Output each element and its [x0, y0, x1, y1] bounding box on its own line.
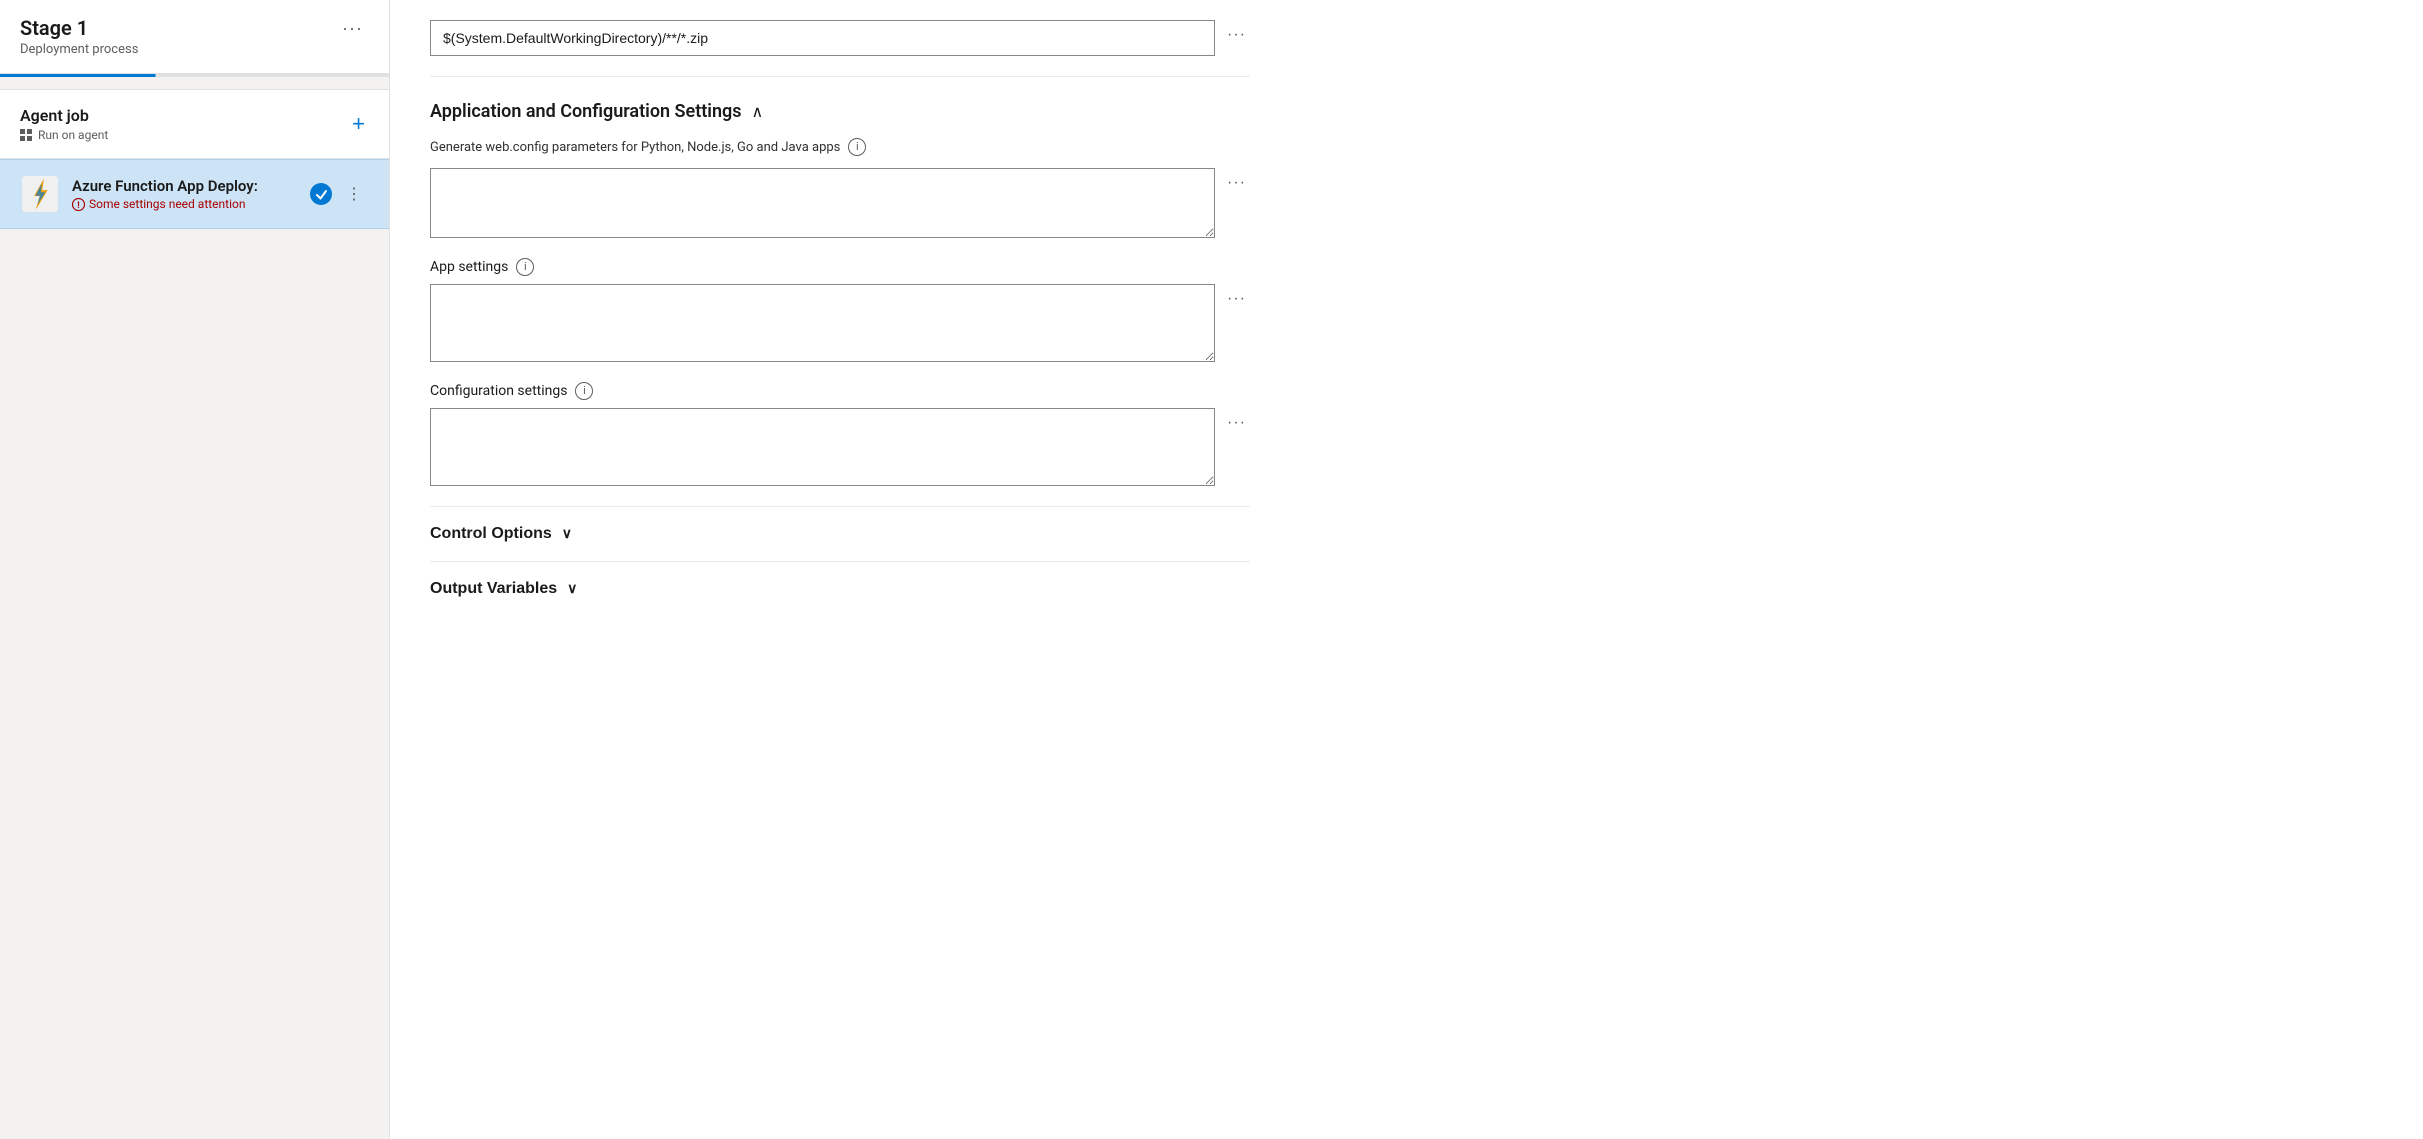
config-settings-info-icon[interactable]: i	[575, 382, 593, 400]
output-variables-section: Output Variables ∨	[430, 561, 1250, 616]
config-settings-textarea-row: ···	[430, 408, 1250, 486]
stage-title: Stage 1	[20, 16, 138, 40]
task-icon-wrapper	[20, 174, 60, 214]
task-item[interactable]: Azure Function App Deploy: ! Some settin…	[0, 159, 389, 229]
config-settings-label: Configuration settings i	[430, 382, 1250, 400]
webconfig-textarea-row: ···	[430, 168, 1250, 238]
webconfig-textarea[interactable]	[430, 168, 1215, 238]
left-panel: Stage 1 Deployment process ··· Agent job…	[0, 0, 390, 1139]
control-options-title: Control Options	[430, 525, 552, 543]
task-actions: ⋮	[310, 182, 369, 206]
webconfig-more-button[interactable]: ···	[1223, 172, 1250, 194]
path-more-button[interactable]: ···	[1223, 24, 1250, 46]
app-settings-more-button[interactable]: ···	[1223, 288, 1250, 310]
agent-job-subtitle-text: Run on agent	[38, 128, 108, 142]
app-settings-label-text: App settings	[430, 259, 508, 275]
control-options-chevron: ∨	[562, 525, 572, 542]
task-more-button[interactable]: ⋮	[340, 182, 369, 206]
app-config-section-header: Application and Configuration Settings ∧	[430, 77, 1250, 138]
agent-job-subtitle: Run on agent	[20, 128, 108, 142]
grid-icon	[20, 129, 33, 142]
task-warning-text: Some settings need attention	[89, 197, 245, 211]
task-check-icon	[310, 183, 332, 205]
output-variables-title: Output Variables	[430, 580, 557, 598]
agent-job-info: Agent job Run on agent	[20, 106, 108, 142]
add-task-button[interactable]: +	[348, 111, 369, 137]
app-config-title-text: Application and Configuration Settings	[430, 101, 742, 122]
warning-icon: !	[72, 198, 85, 211]
control-options-section: Control Options ∨	[430, 506, 1250, 561]
app-config-chevron-button[interactable]: ∧	[752, 102, 764, 122]
app-settings-info-icon[interactable]: i	[516, 258, 534, 276]
app-settings-textarea-row: ···	[430, 284, 1250, 362]
app-settings-textarea[interactable]	[430, 284, 1215, 362]
right-panel-inner: ··· Application and Configuration Settin…	[390, 0, 1290, 656]
app-settings-label: App settings i	[430, 258, 1250, 276]
right-panel: ··· Application and Configuration Settin…	[390, 0, 2423, 1139]
app-config-title: Application and Configuration Settings ∧	[430, 101, 763, 122]
stage-subtitle: Deployment process	[20, 42, 138, 57]
task-info: Azure Function App Deploy: ! Some settin…	[72, 177, 298, 211]
control-options-toggle[interactable]: Control Options ∨	[430, 525, 572, 543]
config-settings-field-group: Configuration settings i ···	[430, 382, 1250, 486]
agent-job-section: Agent job Run on agent +	[0, 89, 389, 159]
output-variables-chevron: ∨	[567, 580, 577, 597]
config-settings-textarea[interactable]	[430, 408, 1215, 486]
path-input[interactable]	[430, 20, 1215, 56]
azure-function-icon	[22, 176, 58, 212]
svg-text:!: !	[77, 201, 79, 211]
progress-bar	[0, 74, 389, 77]
path-input-row: ···	[430, 0, 1250, 77]
app-settings-field-group: App settings i ···	[430, 258, 1250, 362]
webconfig-field-group: Generate web.config parameters for Pytho…	[430, 138, 1250, 238]
output-variables-toggle[interactable]: Output Variables ∨	[430, 580, 577, 598]
stage-info: Stage 1 Deployment process	[20, 16, 138, 57]
webconfig-description: Generate web.config parameters for Pytho…	[430, 138, 1250, 158]
task-title: Azure Function App Deploy:	[72, 177, 298, 195]
stage-header: Stage 1 Deployment process ···	[0, 0, 389, 74]
config-settings-more-button[interactable]: ···	[1223, 412, 1250, 434]
webconfig-label-text: Generate web.config parameters for Pytho…	[430, 138, 840, 158]
webconfig-info-icon[interactable]: i	[848, 138, 866, 156]
config-settings-label-text: Configuration settings	[430, 383, 567, 399]
task-warning: ! Some settings need attention	[72, 197, 298, 211]
agent-job-title: Agent job	[20, 106, 108, 125]
stage-more-button[interactable]: ···	[336, 16, 369, 41]
